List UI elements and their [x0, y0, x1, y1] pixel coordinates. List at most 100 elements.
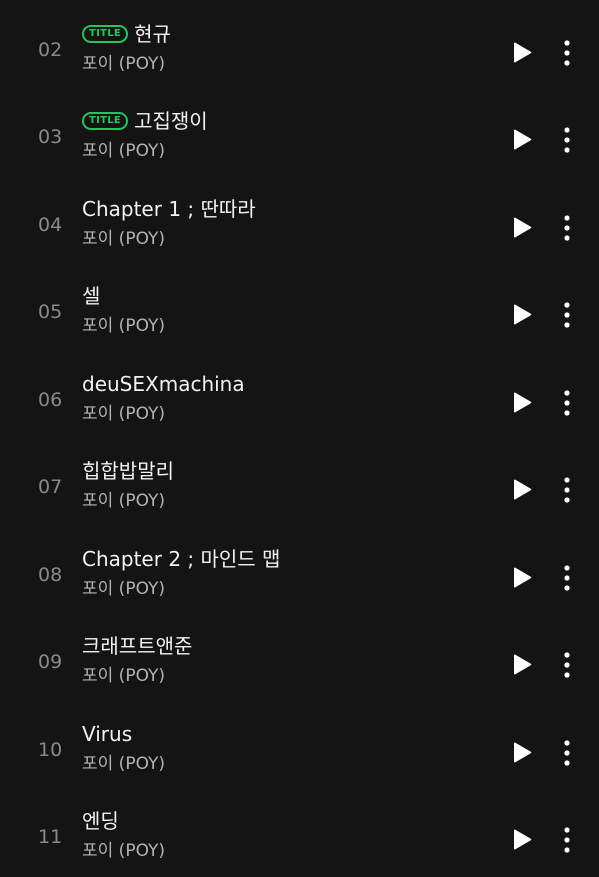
- play-icon: [514, 479, 532, 500]
- track-title-line: deuSEXmachina: [82, 369, 245, 399]
- track-title[interactable]: 힙합밥말리: [82, 456, 174, 486]
- track-info: 엔딩포이 (POY): [82, 806, 165, 863]
- more-options-button[interactable]: [555, 301, 579, 329]
- track-artist[interactable]: 포이 (POY): [82, 52, 171, 76]
- track-artist[interactable]: 포이 (POY): [82, 227, 256, 251]
- track-title-line: TITLE 고집쟁이: [82, 106, 208, 136]
- play-icon: [514, 829, 532, 850]
- track-title-line: 엔딩: [82, 806, 165, 836]
- more-vertical-icon: [564, 740, 570, 766]
- track-info: Virus 포이 (POY): [82, 719, 165, 776]
- play-button[interactable]: [509, 390, 535, 416]
- track-title-line: Chapter 2 ; 마인드 맵: [82, 544, 280, 574]
- track-row[interactable]: 08 Chapter 2 ; 마인드 맵포이 (POY): [0, 528, 599, 615]
- play-icon: [514, 654, 532, 675]
- track-title[interactable]: 현규: [134, 19, 171, 49]
- more-vertical-icon: [564, 127, 570, 153]
- more-options-button[interactable]: [555, 476, 579, 504]
- more-vertical-icon: [564, 215, 570, 241]
- track-title-line: 크래프트앤준: [82, 631, 192, 661]
- track-info: deuSEXmachina 포이 (POY): [82, 369, 245, 426]
- more-options-button[interactable]: [555, 826, 579, 854]
- title-badge: TITLE: [82, 25, 129, 43]
- track-title[interactable]: Chapter 2 ; 마인드 맵: [82, 544, 280, 574]
- track-row[interactable]: 02 TITLE 현규포이 (POY): [0, 3, 599, 90]
- track-row[interactable]: 06 deuSEXmachina 포이 (POY): [0, 353, 599, 440]
- track-row[interactable]: 11 엔딩 포이 (POY): [0, 790, 599, 877]
- track-info: Chapter 2 ; 마인드 맵포이 (POY): [82, 544, 280, 601]
- play-button[interactable]: [509, 827, 535, 853]
- track-row[interactable]: 07 힙합밥말리포이 (POY): [0, 440, 599, 527]
- play-icon: [514, 392, 532, 413]
- track-info: TITLE 고집쟁이포이 (POY): [82, 106, 208, 163]
- track-title-line: Virus: [82, 719, 165, 749]
- more-options-button[interactable]: [555, 739, 579, 767]
- track-number: 09: [38, 651, 63, 673]
- track-title[interactable]: Chapter 1 ; 딴따라: [82, 194, 256, 224]
- track-number: 02: [38, 39, 63, 61]
- track-title-line: 힙합밥말리: [82, 456, 174, 486]
- track-title[interactable]: 셀: [82, 281, 100, 311]
- track-artist[interactable]: 포이 (POY): [82, 139, 208, 163]
- track-number: 05: [38, 301, 63, 323]
- play-icon: [514, 742, 532, 763]
- track-number: 07: [38, 476, 63, 498]
- track-info: Chapter 1 ; 딴따라포이 (POY): [82, 194, 256, 251]
- track-number: 03: [38, 126, 63, 148]
- track-info: TITLE 현규포이 (POY): [82, 19, 171, 76]
- track-artist[interactable]: 포이 (POY): [82, 489, 174, 513]
- play-button[interactable]: [509, 40, 535, 66]
- more-vertical-icon: [564, 390, 570, 416]
- track-number: 04: [38, 214, 63, 236]
- more-vertical-icon: [564, 40, 570, 66]
- more-vertical-icon: [564, 827, 570, 853]
- track-artist[interactable]: 포이 (POY): [82, 314, 165, 338]
- track-info: 셀포이 (POY): [82, 281, 165, 338]
- more-options-button[interactable]: [555, 651, 579, 679]
- play-button[interactable]: [509, 477, 535, 503]
- track-title[interactable]: deuSEXmachina: [82, 369, 245, 399]
- track-number: 10: [38, 739, 63, 761]
- play-icon: [514, 304, 532, 325]
- more-vertical-icon: [564, 565, 570, 591]
- play-button[interactable]: [509, 302, 535, 328]
- track-row[interactable]: 03 TITLE 고집쟁이포이 (POY): [0, 90, 599, 177]
- more-options-button[interactable]: [555, 39, 579, 67]
- more-options-button[interactable]: [555, 389, 579, 417]
- play-button[interactable]: [509, 565, 535, 591]
- more-options-button[interactable]: [555, 564, 579, 592]
- play-icon: [514, 129, 532, 150]
- track-artist[interactable]: 포이 (POY): [82, 402, 245, 426]
- track-number: 08: [38, 564, 63, 586]
- play-icon: [514, 567, 532, 588]
- track-title[interactable]: 엔딩: [82, 806, 119, 836]
- track-number: 06: [38, 389, 63, 411]
- more-options-button[interactable]: [555, 126, 579, 154]
- play-button[interactable]: [509, 652, 535, 678]
- track-artist[interactable]: 포이 (POY): [82, 577, 280, 601]
- track-artist[interactable]: 포이 (POY): [82, 839, 165, 863]
- track-title-line: 셀: [82, 281, 165, 311]
- track-artist[interactable]: 포이 (POY): [82, 664, 192, 688]
- play-icon: [514, 42, 532, 63]
- play-button[interactable]: [509, 127, 535, 153]
- track-artist[interactable]: 포이 (POY): [82, 752, 165, 776]
- track-title[interactable]: 크래프트앤준: [82, 631, 192, 661]
- track-row[interactable]: 10 Virus 포이 (POY): [0, 703, 599, 790]
- more-vertical-icon: [564, 652, 570, 678]
- track-row[interactable]: 09 크래프트앤준포이 (POY): [0, 615, 599, 702]
- play-button[interactable]: [509, 740, 535, 766]
- title-badge: TITLE: [82, 112, 129, 130]
- track-row[interactable]: 04 Chapter 1 ; 딴따라포이 (POY): [0, 178, 599, 265]
- track-info: 힙합밥말리포이 (POY): [82, 456, 174, 513]
- track-list: 02 TITLE 현규 포이 (POY) 03 TITLE 고집쟁이 포이 (POY) 04 Ch…: [0, 0, 599, 877]
- play-button[interactable]: [509, 215, 535, 241]
- track-row[interactable]: 05 셀포이 (POY): [0, 265, 599, 352]
- track-title-line: Chapter 1 ; 딴따라: [82, 194, 256, 224]
- track-title[interactable]: 고집쟁이: [134, 106, 208, 136]
- track-info: 크래프트앤준포이 (POY): [82, 631, 192, 688]
- track-title[interactable]: Virus: [82, 719, 132, 749]
- track-title-line: TITLE 현규: [82, 19, 171, 49]
- more-options-button[interactable]: [555, 214, 579, 242]
- more-vertical-icon: [564, 302, 570, 328]
